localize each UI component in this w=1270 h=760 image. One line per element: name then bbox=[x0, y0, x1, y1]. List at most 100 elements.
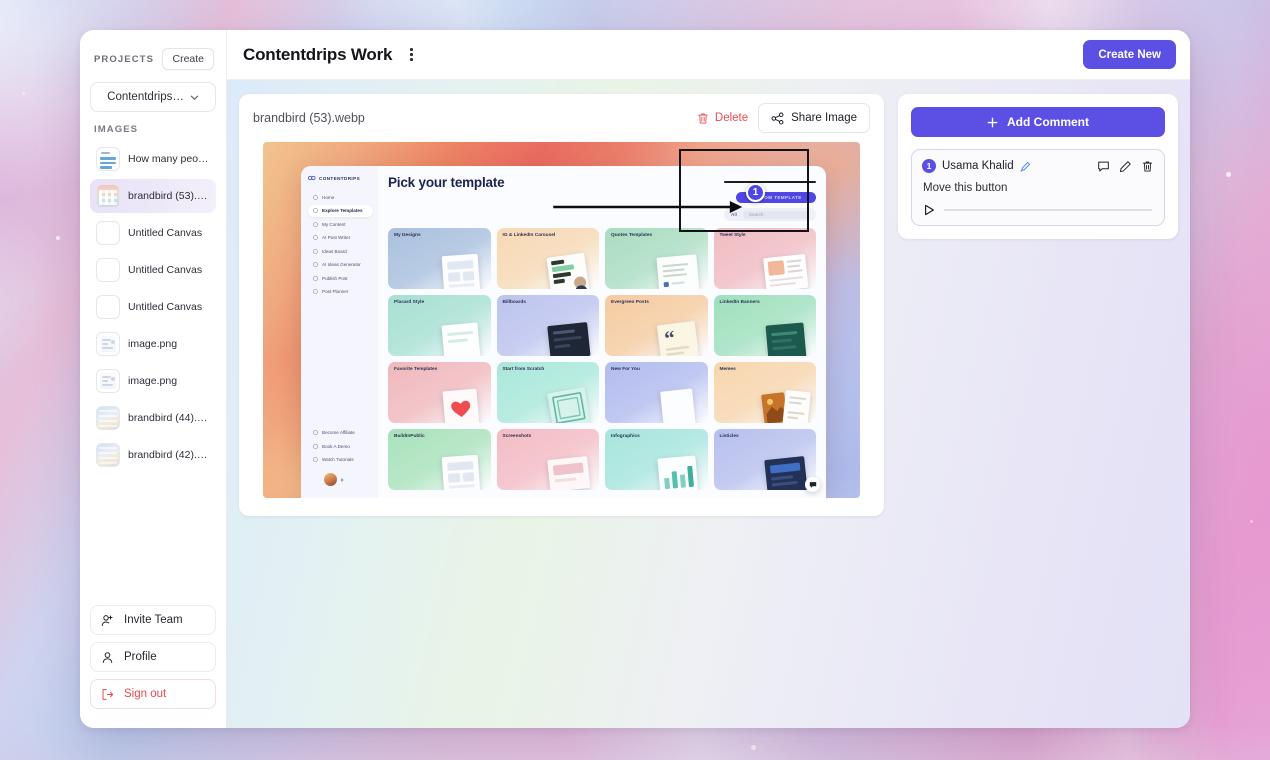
image-list[interactable]: How many peop… brandbird (53).w… Untitled … bbox=[88, 142, 218, 597]
screenshot-nav: Home Explore Templates My Content AI Post W… bbox=[308, 191, 373, 299]
template-card-label: IG & LinkedIn Carousel bbox=[502, 233, 556, 238]
plus-icon bbox=[987, 117, 998, 127]
template-card[interactable]: Memes bbox=[713, 362, 816, 423]
template-card[interactable]: Listicles bbox=[713, 429, 816, 490]
sidebar-header: PROJECTS Create bbox=[88, 30, 218, 80]
template-card[interactable]: LinkedIn Banners bbox=[713, 295, 816, 356]
image-list-item[interactable]: Untitled Canvas bbox=[90, 253, 216, 287]
image-item-label: brandbird (44).w… bbox=[128, 412, 210, 424]
comment-card[interactable]: 1 Usama Khalid Move this button bbox=[911, 149, 1165, 226]
comment-delete-button[interactable] bbox=[1141, 160, 1154, 173]
sidebar-footer-item-profile[interactable]: Profile bbox=[90, 642, 216, 672]
comment-audio[interactable] bbox=[922, 204, 1154, 217]
template-card[interactable]: My Designs bbox=[388, 228, 491, 289]
template-card[interactable]: BuildInPublic bbox=[388, 429, 491, 490]
image-item-label: image.png bbox=[128, 375, 178, 387]
add-comment-button[interactable]: Add Comment bbox=[911, 107, 1165, 137]
filter-all-label[interactable]: All bbox=[731, 212, 737, 217]
comment-actions bbox=[1097, 160, 1154, 173]
screenshot-nav-bottom-item[interactable]: Book A Demo bbox=[308, 440, 373, 453]
screenshot-nav-item[interactable]: My Content bbox=[308, 218, 373, 231]
template-card-art bbox=[760, 251, 812, 289]
annotated-image[interactable]: CONTENTDRIPS Home Explore Templates My Con… bbox=[263, 142, 860, 498]
template-card-label: Evergreen Posts bbox=[611, 300, 649, 305]
image-item-label: How many peop… bbox=[128, 153, 210, 165]
trash-icon bbox=[698, 113, 708, 123]
template-card-art bbox=[543, 318, 595, 356]
comment-reply-button[interactable] bbox=[1097, 160, 1110, 173]
play-icon[interactable] bbox=[924, 204, 935, 216]
send-icon bbox=[313, 276, 318, 281]
screenshot-search-input[interactable]: Search bbox=[742, 210, 809, 219]
screenshot-nav-bottom-item[interactable]: Watch Tutorials bbox=[308, 454, 373, 467]
sidebar-footer-item-invite-team[interactable]: Invite Team bbox=[90, 605, 216, 635]
delete-image-button[interactable]: Delete bbox=[697, 112, 748, 125]
image-list-item[interactable]: brandbird (53).w… bbox=[90, 179, 216, 213]
sidebar-footer-item-sign-out[interactable]: Sign out bbox=[90, 679, 216, 709]
screenshot-searchbar[interactable]: All Search bbox=[724, 208, 816, 221]
screenshot-brand: CONTENTDRIPS bbox=[308, 175, 373, 181]
image-list-item[interactable]: image.png bbox=[90, 364, 216, 398]
template-card[interactable]: Billboards bbox=[496, 295, 599, 356]
project-selector[interactable]: Contentdrips… bbox=[90, 82, 216, 112]
template-card[interactable]: Start from Scratch bbox=[496, 362, 599, 423]
template-card[interactable]: Quotes Templates bbox=[605, 228, 708, 289]
sidebar-footer-label: Invite Team bbox=[124, 614, 183, 626]
template-card-art bbox=[543, 452, 595, 490]
comment-edit-button[interactable] bbox=[1119, 160, 1132, 173]
template-card[interactable]: Favorite Templates bbox=[388, 362, 491, 423]
screenshot-nav-item[interactable]: Publish Post bbox=[308, 272, 373, 285]
projects-label: PROJECTS bbox=[94, 53, 155, 65]
template-card-label: LinkedIn Banners bbox=[719, 300, 760, 305]
template-card[interactable]: Infographics bbox=[605, 429, 708, 490]
image-list-item[interactable]: How many peop… bbox=[90, 142, 216, 176]
image-list-item[interactable]: Untitled Canvas bbox=[90, 290, 216, 324]
template-card-art bbox=[435, 251, 487, 289]
share-image-label: Share Image bbox=[791, 112, 857, 124]
screenshot-nav-label: Publish Post bbox=[322, 275, 348, 281]
screenshot-nav-bottom-item[interactable]: Become Affiliate bbox=[308, 427, 373, 440]
image-list-item[interactable]: brandbird (44).w… bbox=[90, 401, 216, 435]
image-thumbnail bbox=[96, 147, 120, 171]
screenshot-nav-item[interactable]: AI Post Writer bbox=[308, 232, 373, 245]
project-selector-label: Contentdrips… bbox=[107, 91, 184, 103]
template-card-label: Screenshots bbox=[502, 434, 532, 439]
screenshot-nav-item[interactable]: Explore Templates bbox=[308, 204, 373, 217]
create-project-button[interactable]: Create bbox=[162, 48, 214, 70]
template-card-art bbox=[543, 385, 595, 423]
comment-audio-track[interactable] bbox=[944, 208, 1152, 212]
screenshot-header-right: CUSTOM TEMPLATE All Search bbox=[724, 175, 816, 221]
template-card[interactable]: IG & LinkedIn Carousel bbox=[496, 228, 599, 289]
add-comment-label: Add Comment bbox=[1007, 115, 1089, 129]
bulb-icon bbox=[313, 249, 318, 254]
screenshot-nav-label: Home bbox=[322, 194, 335, 200]
screenshot-avatar bbox=[324, 473, 344, 486]
template-card[interactable]: Evergreen Posts “ bbox=[605, 295, 708, 356]
annotation-pin-1[interactable]: 1 bbox=[746, 183, 765, 202]
template-card-art bbox=[760, 318, 812, 356]
image-thumbnail bbox=[96, 221, 120, 245]
image-item-label: brandbird (42).w… bbox=[128, 449, 210, 461]
image-list-item[interactable]: Untitled Canvas bbox=[90, 216, 216, 250]
screenshot-nav-bottom-group: Become Affiliate Book A Demo Watch Tutoria… bbox=[308, 427, 373, 493]
template-card-label: Favorite Templates bbox=[394, 367, 438, 372]
image-thumbnail bbox=[96, 184, 120, 208]
image-list-item[interactable]: image.png bbox=[90, 327, 216, 361]
template-card[interactable]: Tweet Style bbox=[713, 228, 816, 289]
calendar-icon bbox=[313, 289, 318, 294]
template-card-label: Quotes Templates bbox=[611, 233, 653, 238]
template-card[interactable]: Placard Style bbox=[388, 295, 491, 356]
share-image-button[interactable]: Share Image bbox=[758, 103, 870, 133]
screenshot-sidebar: CONTENTDRIPS Home Explore Templates My Con… bbox=[301, 166, 378, 498]
template-card[interactable]: Screenshots bbox=[496, 429, 599, 490]
screenshot-nav-item[interactable]: AI Ideas Generator bbox=[308, 259, 373, 272]
create-new-button[interactable]: Create New bbox=[1083, 40, 1176, 69]
chat-bubble-icon[interactable] bbox=[805, 477, 820, 492]
image-card: brandbird (53).webp Delete Share Image C… bbox=[239, 94, 884, 516]
image-list-item[interactable]: brandbird (42).w… bbox=[90, 438, 216, 472]
template-card[interactable]: New For You bbox=[605, 362, 708, 423]
screenshot-nav-item[interactable]: Home bbox=[308, 191, 373, 204]
kebab-menu-icon[interactable] bbox=[400, 44, 422, 66]
screenshot-nav-item[interactable]: Ideas Board bbox=[308, 245, 373, 258]
screenshot-nav-item[interactable]: Post Planner bbox=[308, 286, 373, 299]
